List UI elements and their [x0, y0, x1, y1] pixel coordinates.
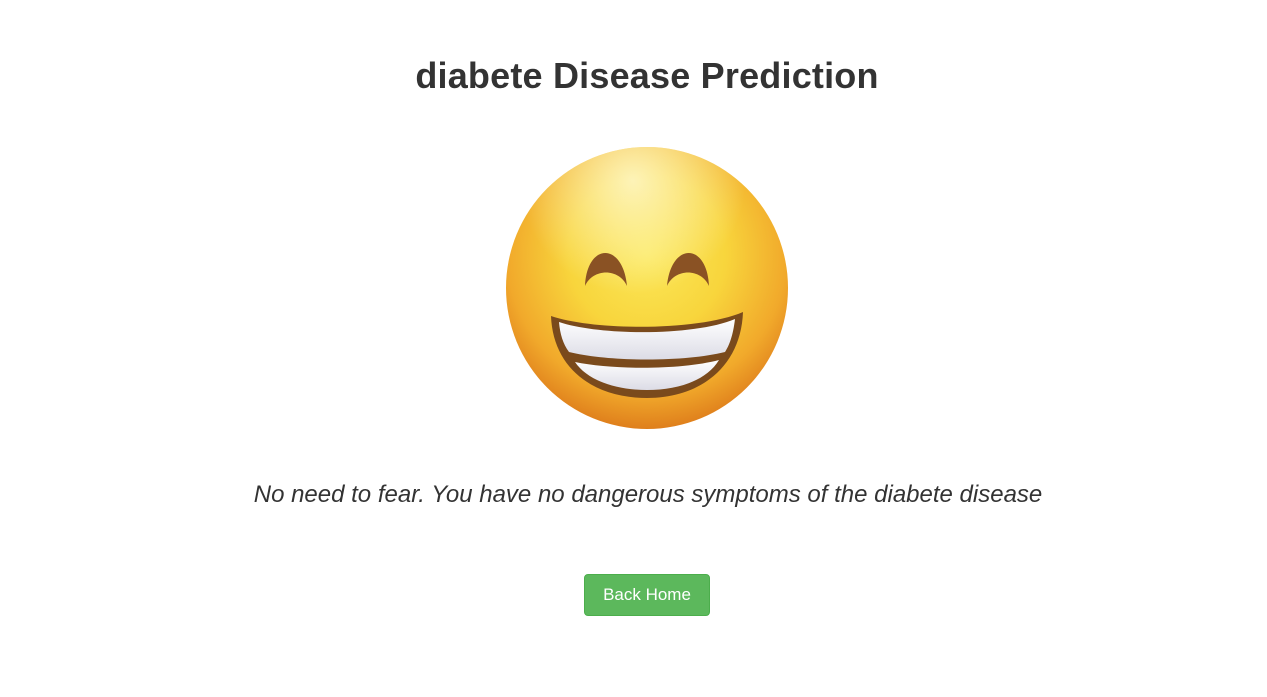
result-page: diabete Disease Prediction No need to fe…	[0, 0, 1267, 697]
result-message: No need to fear. You have no dangerous s…	[253, 481, 1043, 508]
grinning-face-emoji-icon	[505, 146, 789, 430]
back-home-button[interactable]: Back Home	[584, 574, 710, 616]
page-title: diabete Disease Prediction	[415, 55, 879, 96]
